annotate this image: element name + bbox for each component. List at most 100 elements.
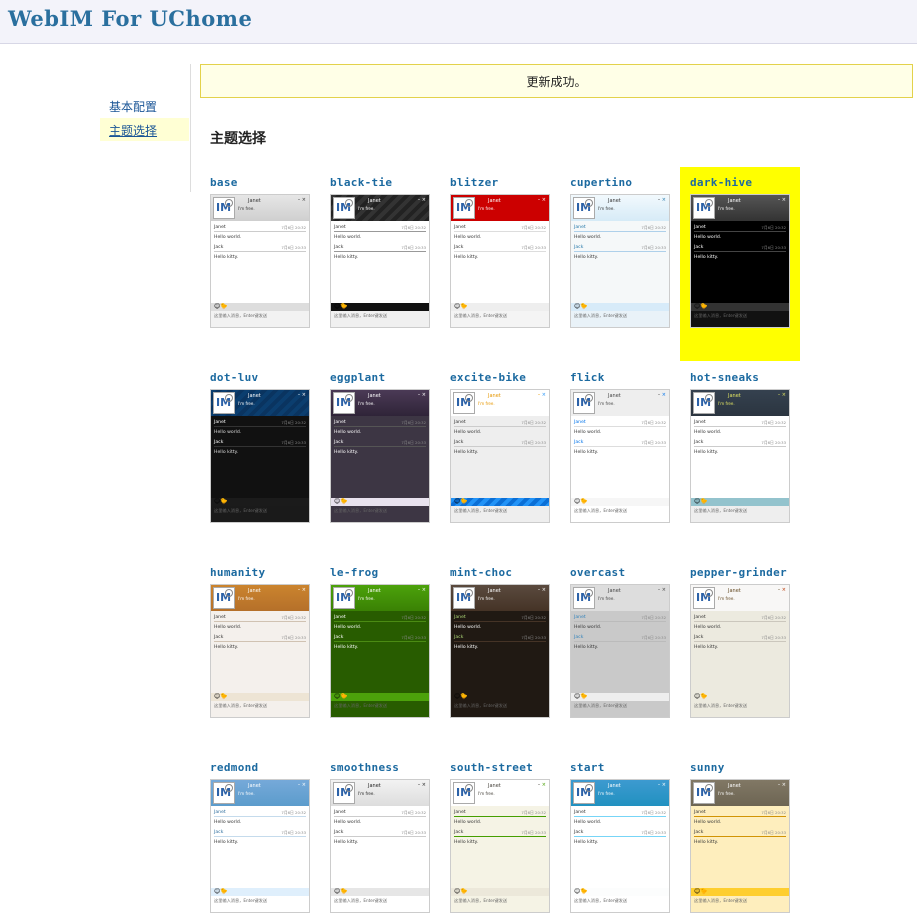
divider [334,816,426,817]
preview-msg-text: Hello kitty. [454,645,479,650]
im-logo-icon: IM [693,587,715,609]
divider [694,836,786,837]
preview-buddy-name: Janet [608,588,621,594]
theme-name[interactable]: overcast [570,566,625,579]
preview-buddy-status: I'm free. [358,791,375,796]
preview-input-placeholder: 这里输入消息，Enter键发送 [694,508,748,513]
theme-preview[interactable]: IM Janet I'm free. – Janet7月6日 20:32 Hel… [330,389,430,523]
theme-preview[interactable]: IM Janet I'm free. – Janet7月6日 20:32 Hel… [450,389,550,523]
theme-preview[interactable]: IM Janet I'm free. – Janet7月6日 20:32 Hel… [570,389,670,523]
preview-buddy-name: Janet [728,783,741,789]
theme-name[interactable]: sunny [690,761,725,774]
theme-preview[interactable]: IM Janet I'm free. – Janet7月6日 20:32 Hel… [570,584,670,718]
theme-name[interactable]: eggplant [330,371,385,384]
preview-msg-text: Hello world. [694,625,722,630]
im-logo-icon: IM [213,197,235,219]
theme-preview[interactable]: IM Janet I'm free. – Janet7月6日 20:32 Hel… [210,584,310,718]
preview-msg-user: Jack 7月6日 20:33 [214,635,306,640]
theme-name[interactable]: dot-luv [210,371,258,384]
preview-msg-text: Hello world. [574,820,602,825]
divider [694,621,786,622]
divider [214,816,306,817]
preview-msg-user: Janet 7月6日 20:32 [694,225,786,230]
preview-msg-user: Janet 7月6日 20:32 [574,810,666,815]
theme-preview[interactable]: IM Janet I'm free. – Janet7月6日 20:32 Hel… [450,194,550,328]
theme-name[interactable]: cupertino [570,176,632,189]
theme-name[interactable]: humanity [210,566,265,579]
theme-preview[interactable]: IM Janet I'm free. – Janet7月6日 20:32 Hel… [330,779,430,913]
window-controls-icon: – [778,587,786,593]
preview-msg-user: Jack 7月6日 20:33 [454,245,546,250]
theme-name[interactable]: flick [570,371,605,384]
divider [334,446,426,447]
theme-preview[interactable]: IM Janet I'm free. – Janet7月6日 20:32 Hel… [210,194,310,328]
divider [694,816,786,817]
theme-name[interactable]: base [210,176,238,189]
theme-preview[interactable]: IM Janet I'm free. – Janet7月6日 20:32 Hel… [210,389,310,523]
preview-msg-user: Janet 7月6日 20:32 [694,615,786,620]
divider [694,231,786,232]
divider [334,251,426,252]
emoticon-icon: 😊🐤 [334,498,348,505]
preview-msg-user: Janet 7月6日 20:32 [574,615,666,620]
preview-input-placeholder: 这里输入消息，Enter键发送 [334,703,388,708]
preview-header: IM Janet I'm free. – [691,585,789,611]
im-logo-icon: IM [213,587,235,609]
theme-name[interactable]: dark-hive [690,176,752,189]
theme-preview[interactable]: IM Janet I'm free. – Janet7月6日 20:32 Hel… [690,389,790,523]
preview-msg-text: Hello kitty. [574,645,599,650]
theme-preview[interactable]: IM Janet I'm free. – Janet7月6日 20:32 Hel… [690,779,790,913]
window-controls-icon: – [418,197,426,203]
success-notice: 更新成功。 [200,64,913,98]
window-controls-icon: – [298,197,306,203]
theme-preview[interactable]: IM Janet I'm free. – Janet7月6日 20:32 Hel… [570,779,670,913]
preview-input-placeholder: 这里输入消息，Enter键发送 [454,313,508,318]
theme-name[interactable]: mint-choc [450,566,512,579]
emoticon-icon: 😊🐤 [334,303,348,310]
divider [214,641,306,642]
divider [574,621,666,622]
theme-name[interactable]: start [570,761,605,774]
preview-msg-text: Hello world. [454,430,482,435]
theme-name[interactable]: pepper-grinder [690,566,787,579]
theme-name[interactable]: black-tie [330,176,392,189]
im-logo-icon: IM [453,392,475,414]
preview-buddy-status: I'm free. [478,596,495,601]
preview-msg-user: Jack 7月6日 20:33 [334,440,426,445]
divider [574,251,666,252]
preview-msg-user: Jack 7月6日 20:33 [214,830,306,835]
theme-preview[interactable]: IM Janet I'm free. – Janet7月6日 20:32 Hel… [690,194,790,328]
theme-preview[interactable]: IM Janet I'm free. – Janet7月6日 20:32 Hel… [570,194,670,328]
preview-msg-user: Jack 7月6日 20:33 [214,245,306,250]
preview-msg-text: Hello kitty. [694,450,719,455]
theme-name[interactable]: south-street [450,761,533,774]
preview-header: IM Janet I'm free. – [451,780,549,806]
preview-msg-text: Hello kitty. [214,255,239,260]
divider [454,641,546,642]
divider [454,816,546,817]
theme-preview[interactable]: IM Janet I'm free. – Janet7月6日 20:32 Hel… [450,779,550,913]
theme-name[interactable]: blitzer [450,176,498,189]
emoticon-icon: 😊🐤 [694,693,708,700]
theme-name[interactable]: excite-bike [450,371,526,384]
theme-preview[interactable]: IM Janet I'm free. – Janet7月6日 20:32 Hel… [330,584,430,718]
theme-name[interactable]: smoothness [330,761,399,774]
divider [214,446,306,447]
divider [214,231,306,232]
theme-name[interactable]: le-frog [330,566,378,579]
theme-name[interactable]: redmond [210,761,258,774]
preview-msg-user: Janet 7月6日 20:32 [454,225,546,230]
sidebar-item-theme-select[interactable]: 主题选择 [109,122,157,139]
emoticon-icon: 😊🐤 [214,693,228,700]
theme-preview[interactable]: IM Janet I'm free. – Janet7月6日 20:32 Hel… [210,779,310,913]
window-controls-icon: – [418,782,426,788]
preview-msg-text: Hello world. [334,430,362,435]
theme-preview[interactable]: IM Janet I'm free. – Janet7月6日 20:32 Hel… [690,584,790,718]
preview-buddy-name: Janet [488,198,501,204]
theme-preview[interactable]: IM Janet I'm free. – Janet7月6日 20:32 Hel… [330,194,430,328]
emoticon-icon: 😊🐤 [214,888,228,895]
theme-name[interactable]: hot-sneaks [690,371,759,384]
preview-header: IM Janet I'm free. – [451,195,549,221]
sidebar-item-basic-config[interactable]: 基本配置 [109,98,157,115]
theme-preview[interactable]: IM Janet I'm free. – Janet7月6日 20:32 Hel… [450,584,550,718]
